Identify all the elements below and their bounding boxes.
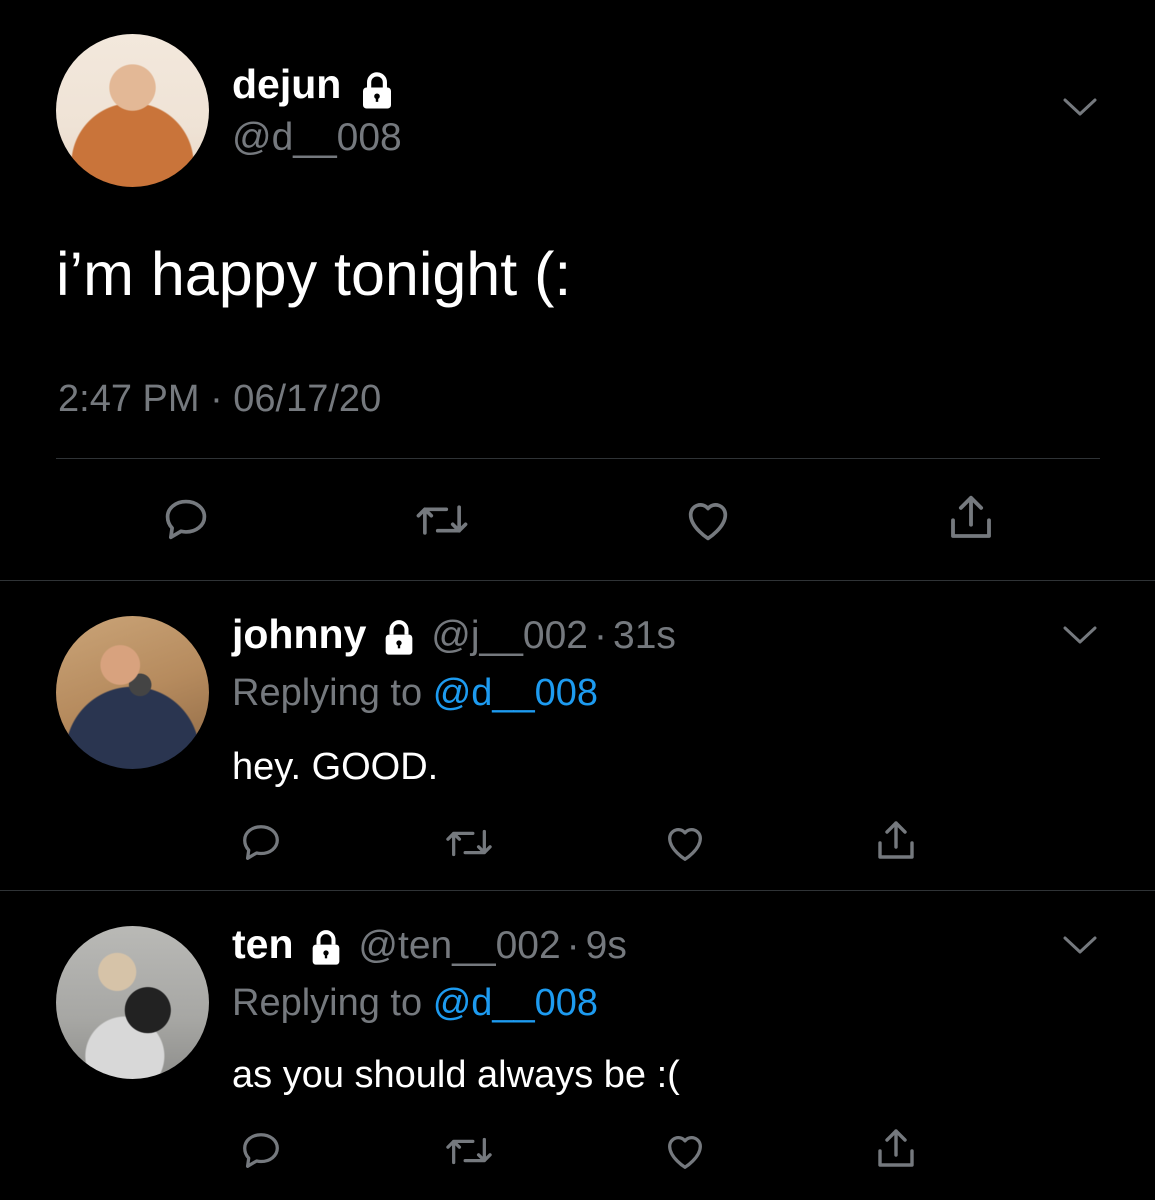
tweet-timestamp[interactable]: 2:47 PM · 06/17/20 bbox=[58, 380, 381, 418]
avatar[interactable] bbox=[56, 616, 209, 769]
reply-text: as you should always be :( bbox=[232, 1054, 680, 1096]
author-handle[interactable]: @d__008 bbox=[232, 118, 402, 157]
divider bbox=[0, 890, 1155, 891]
separator-dot: · bbox=[566, 924, 580, 967]
lock-icon bbox=[379, 618, 419, 663]
lock-icon bbox=[306, 928, 346, 973]
reply-text: hey. GOOD. bbox=[232, 746, 439, 788]
reply-icon[interactable] bbox=[160, 494, 212, 551]
avatar[interactable] bbox=[56, 926, 209, 1079]
author-name[interactable]: dejun bbox=[232, 61, 341, 107]
chevron-down-icon[interactable] bbox=[1062, 934, 1098, 961]
reply-icon[interactable] bbox=[238, 1128, 284, 1179]
reply-age[interactable]: 9s bbox=[586, 924, 627, 967]
author-name-row: dejun bbox=[232, 64, 398, 117]
retweet-icon[interactable] bbox=[412, 494, 472, 551]
chevron-down-icon[interactable] bbox=[1062, 96, 1098, 123]
divider bbox=[0, 580, 1155, 581]
author-name[interactable]: ten bbox=[232, 921, 294, 967]
divider bbox=[56, 458, 1100, 459]
share-icon[interactable] bbox=[944, 490, 998, 551]
tweet-text: i’m happy tonight (: bbox=[56, 240, 572, 308]
reply-icon[interactable] bbox=[238, 820, 284, 871]
replying-to-label: Replying to bbox=[232, 982, 423, 1024]
avatar[interactable] bbox=[56, 34, 209, 187]
lock-icon bbox=[356, 70, 398, 117]
replying-to-mention[interactable]: @d__008 bbox=[433, 672, 598, 714]
reply-header: ten @ten__002 · 9s bbox=[232, 924, 627, 973]
chevron-down-icon[interactable] bbox=[1062, 624, 1098, 651]
heart-icon[interactable] bbox=[682, 494, 734, 551]
replying-to-mention[interactable]: @d__008 bbox=[433, 982, 598, 1024]
heart-icon[interactable] bbox=[662, 820, 708, 871]
replying-to: Replying to @d__008 bbox=[232, 674, 598, 712]
author-handle[interactable]: @ten__002 bbox=[358, 924, 560, 967]
reply-header: johnny @j__002 · 31s bbox=[232, 614, 676, 663]
replying-to-label: Replying to bbox=[232, 672, 423, 714]
separator-dot: · bbox=[594, 614, 607, 657]
heart-icon[interactable] bbox=[662, 1128, 708, 1179]
retweet-icon[interactable] bbox=[442, 1128, 496, 1179]
author-name[interactable]: johnny bbox=[232, 611, 366, 657]
replying-to: Replying to @d__008 bbox=[232, 984, 598, 1022]
share-icon[interactable] bbox=[872, 816, 920, 871]
retweet-icon[interactable] bbox=[442, 820, 496, 871]
share-icon[interactable] bbox=[872, 1124, 920, 1179]
reply-age[interactable]: 31s bbox=[613, 614, 676, 657]
author-handle[interactable]: @j__002 bbox=[431, 614, 588, 657]
